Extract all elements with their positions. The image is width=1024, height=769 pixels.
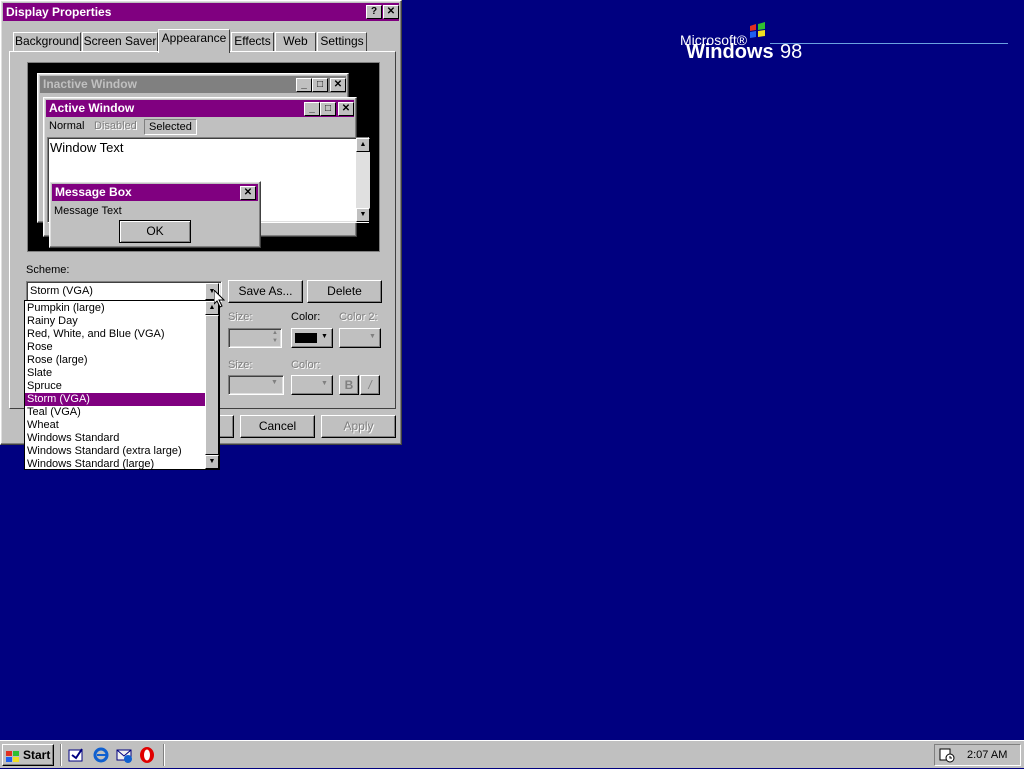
item-color2-picker[interactable]: ▼ xyxy=(339,328,381,348)
inactive-maximize-icon: □ xyxy=(312,78,328,92)
color2-dropdown-arrow-icon: ▼ xyxy=(369,333,376,340)
preview-scrollbar: ▲ ▼ xyxy=(356,138,370,222)
item-size-label: Size: xyxy=(228,311,253,323)
inactive-minimize-icon: _ xyxy=(296,78,312,92)
font-size-dropdown-icon: ▼ xyxy=(271,379,278,386)
tab-settings[interactable]: Settings xyxy=(317,32,367,51)
opera-icon[interactable] xyxy=(138,746,156,764)
scheme-option[interactable]: Windows Standard xyxy=(25,432,205,445)
tab-web[interactable]: Web xyxy=(275,32,316,51)
message-box-ok-button: OK xyxy=(119,220,191,243)
item-color2-label: Color 2: xyxy=(339,311,378,323)
scheme-option[interactable]: Pumpkin (large) xyxy=(25,302,205,315)
clock[interactable]: 2:07 AM xyxy=(967,749,1007,761)
message-box-close-icon: ✕ xyxy=(240,186,256,200)
color-dropdown-arrow-icon: ▼ xyxy=(321,333,328,340)
start-label: Start xyxy=(23,748,51,762)
save-as-button[interactable]: Save As... xyxy=(228,280,303,303)
scroll-down-icon: ▼ xyxy=(356,208,370,222)
item-size-spinner[interactable]: ▲ ▼ xyxy=(228,328,282,348)
scheme-label: Scheme: xyxy=(26,264,70,276)
taskbar: Start 2:07 AM xyxy=(0,740,1024,768)
scheme-option[interactable]: Slate xyxy=(25,367,205,380)
scheme-dropdown-list[interactable]: Pumpkin (large) Rainy Day Red, White, an… xyxy=(24,300,220,470)
tab-screen-saver[interactable]: Screen Saver xyxy=(82,32,158,51)
scheme-option[interactable]: Spruce xyxy=(25,380,205,393)
dropdown-scroll-down-icon[interactable]: ▼ xyxy=(205,455,219,469)
taskbar-divider-2 xyxy=(163,744,165,766)
system-tray: 2:07 AM xyxy=(934,744,1021,766)
italic-button[interactable]: / xyxy=(360,375,380,395)
spinner-down-icon[interactable]: ▼ xyxy=(269,338,281,346)
windows98-logo: Microsoft® Windows 98 xyxy=(680,22,1010,66)
preview-message-box: Message Box ✕ Message Text OK xyxy=(49,181,261,248)
font-size-select[interactable]: ▼ xyxy=(228,375,284,395)
dropdown-scroll-thumb[interactable] xyxy=(205,315,219,455)
active-minimize-icon: _ xyxy=(304,102,320,116)
scroll-up-icon: ▲ xyxy=(356,138,370,152)
dialog-title: Display Properties xyxy=(6,5,112,19)
scheme-option[interactable]: Windows Standard (large) xyxy=(25,458,205,471)
window-text: Window Text xyxy=(50,140,124,155)
item-color-swatch xyxy=(295,333,317,343)
font-size-label: Size: xyxy=(228,359,253,371)
show-desktop-icon[interactable] xyxy=(68,747,84,763)
scheme-option[interactable]: Wheat xyxy=(25,419,205,432)
bold-button[interactable]: B xyxy=(339,375,359,395)
close-button[interactable]: ✕ xyxy=(383,5,399,19)
message-text: Message Text xyxy=(54,205,122,217)
logo-line xyxy=(770,43,1008,44)
font-color-dropdown-icon: ▼ xyxy=(321,380,328,387)
start-button[interactable]: Start xyxy=(2,744,54,766)
scheduler-icon[interactable] xyxy=(939,747,955,763)
font-color-picker[interactable]: ▼ xyxy=(291,375,333,395)
internet-explorer-icon[interactable] xyxy=(92,746,110,764)
preview-area[interactable]: Inactive Window _ □ ✕ Active Window _ □ … xyxy=(27,62,380,252)
windows-flag-icon xyxy=(748,22,768,40)
inactive-close-icon: ✕ xyxy=(330,78,346,92)
item-color-picker[interactable]: ▼ xyxy=(291,328,333,348)
delete-button[interactable]: Delete xyxy=(307,280,382,303)
scheme-options: Pumpkin (large) Rainy Day Red, White, an… xyxy=(25,302,205,471)
outlook-express-icon[interactable] xyxy=(115,746,133,764)
scheme-option[interactable]: Red, White, and Blue (VGA) xyxy=(25,328,205,341)
scheme-option-selected[interactable]: Storm (VGA) xyxy=(25,393,205,406)
logo-version: 98 xyxy=(780,41,803,63)
scheme-select-value: Storm (VGA) xyxy=(30,285,93,297)
scheme-option[interactable]: Rainy Day xyxy=(25,315,205,328)
tab-appearance[interactable]: Appearance xyxy=(158,29,230,53)
apply-button[interactable]: Apply xyxy=(321,415,396,438)
item-color-label: Color: xyxy=(291,311,321,323)
dialog-titlebar[interactable]: Display Properties xyxy=(3,3,399,21)
scheme-option[interactable]: Teal (VGA) xyxy=(25,406,205,419)
message-box-titlebar: Message Box xyxy=(52,184,258,201)
menu-disabled: Disabled xyxy=(94,120,137,132)
scheme-option[interactable]: Windows Standard (extra large) xyxy=(25,445,205,458)
help-button[interactable]: ? xyxy=(366,5,382,19)
tab-effects[interactable]: Effects xyxy=(231,32,274,51)
scheme-select[interactable]: Storm (VGA) ▼ xyxy=(26,281,222,302)
mouse-cursor-icon xyxy=(213,288,226,308)
active-close-icon: ✕ xyxy=(338,102,354,116)
logo-windows: Windows xyxy=(686,41,774,63)
tab-background[interactable]: Background xyxy=(13,32,81,51)
cancel-button[interactable]: Cancel xyxy=(240,415,315,438)
menu-selected: Selected xyxy=(144,119,197,135)
dropdown-scrollbar[interactable]: ▲ ▼ xyxy=(205,301,219,469)
scheme-option[interactable]: Rose xyxy=(25,341,205,354)
taskbar-divider xyxy=(60,744,62,766)
spinner-up-icon[interactable]: ▲ xyxy=(269,330,281,338)
menu-normal: Normal xyxy=(49,120,85,132)
windows-logo-icon xyxy=(6,749,20,762)
font-color-label: Color: xyxy=(291,359,321,371)
active-maximize-icon: □ xyxy=(320,102,336,116)
scheme-option[interactable]: Rose (large) xyxy=(25,354,205,367)
